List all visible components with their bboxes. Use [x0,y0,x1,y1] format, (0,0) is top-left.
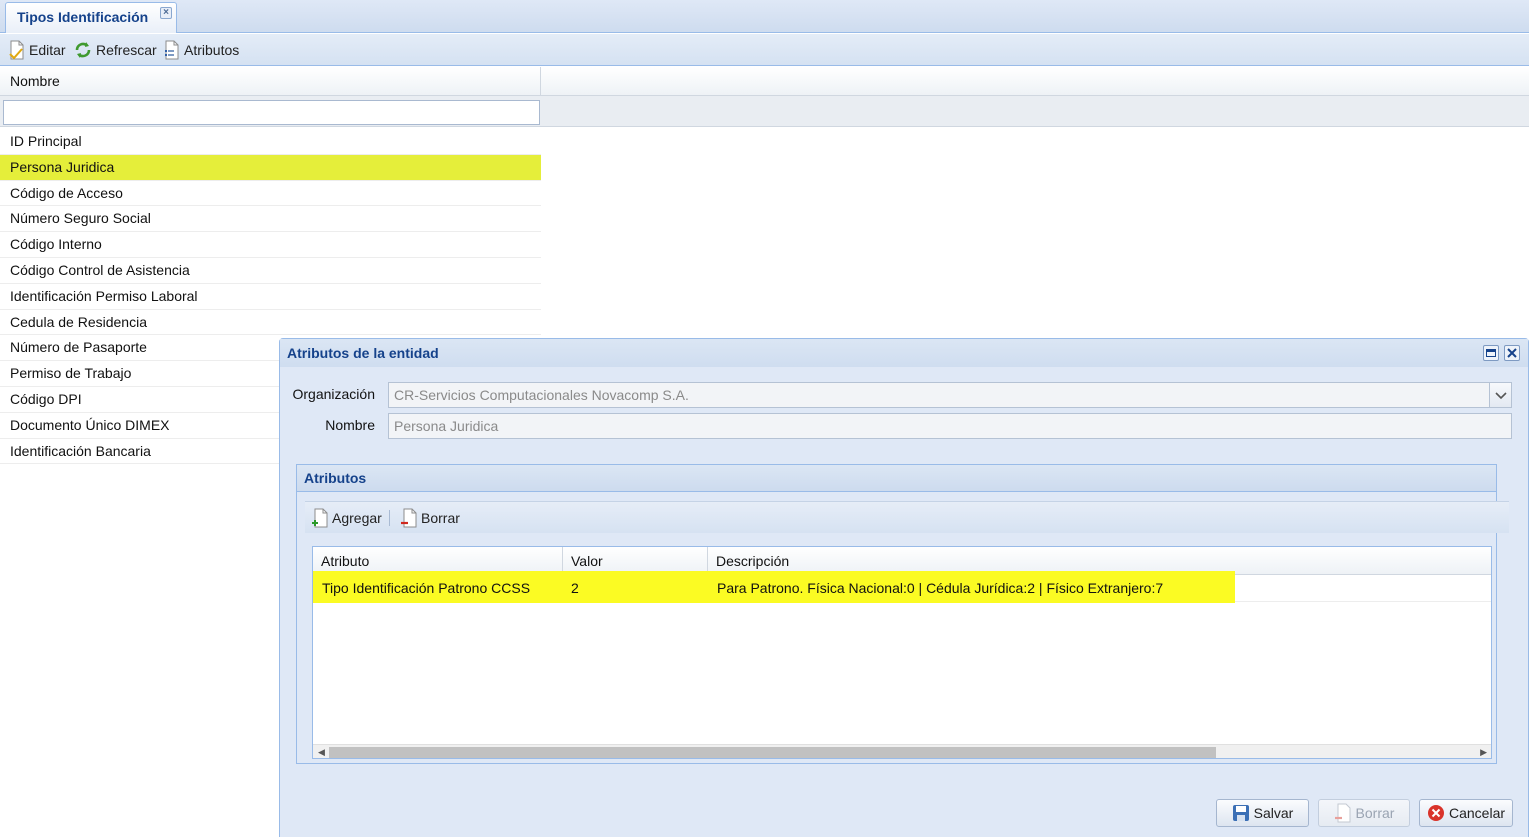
attributes-panel-header: Atributos [297,465,1496,492]
delete-button[interactable]: Borrar [1318,799,1410,827]
filter-row [0,96,1529,127]
attributes-label: Atributos [184,42,240,58]
attributes-panel-title: Atributos [304,470,367,486]
scroll-left-icon[interactable]: ◀ [318,745,325,759]
save-icon [1232,805,1249,821]
attributes-toolbar: Agregar Borrar [305,501,1509,533]
organization-label: Organización [292,386,376,402]
refresh-label: Refrescar [96,42,157,58]
grid-row[interactable]: ID Principal [0,129,541,155]
save-label: Salvar [1253,805,1294,821]
grid-row[interactable]: Código de Acceso [0,181,541,207]
tab-title: Tipos Identificación [17,9,149,25]
grid-row[interactable]: Código Interno [0,232,541,258]
grid-row[interactable]: Cedula de Residencia [0,310,541,336]
dialog-footer: Salvar Borrar Cancelar [280,788,1528,837]
organization-combo[interactable]: CR-Servicios Computacionales Novacomp S.… [388,382,1512,408]
refresh-icon [75,42,91,58]
grid-row[interactable]: Número Seguro Social [0,206,541,233]
attribute-row[interactable]: Tipo Identificación Patrono CCSS 2 Para … [313,571,1491,603]
dialog-header[interactable]: Atributos de la entidad [280,339,1528,367]
add-attribute-button[interactable]: Agregar [311,507,382,529]
grid-header: Nombre [0,67,1529,96]
horizontal-scrollbar[interactable]: ◀ ▶ [313,744,1491,758]
delete-label-footer: Borrar [1355,805,1395,821]
maximize-icon[interactable] [1483,345,1499,361]
attribute-name-cell: Tipo Identificación Patrono CCSS [322,580,531,596]
edit-button[interactable]: Editar [8,39,66,61]
add-label: Agregar [332,510,382,526]
delete-doc-icon [1334,803,1351,823]
attributes-icon [165,40,179,60]
attributes-dialog: Atributos de la entidad Organización CR-… [279,338,1529,837]
edit-icon [9,40,24,60]
scroll-right-icon[interactable]: ▶ [1480,745,1487,759]
tab-tipos-identificacion[interactable]: Tipos Identificación × [5,2,177,33]
grid-row[interactable]: Identificación Permiso Laboral [0,284,541,310]
scrollbar-thumb[interactable] [329,747,1216,758]
name-value: Persona Juridica [394,418,499,434]
dialog-title: Atributos de la entidad [287,345,439,361]
grid-row[interactable]: Persona Juridica [0,154,541,181]
delete-attribute-button[interactable]: Borrar [400,507,460,529]
attributes-grid: Atributo Valor Descripción Tipo Identifi… [312,546,1492,759]
refresh-button[interactable]: Refrescar [73,39,157,61]
close-icon[interactable] [1504,345,1520,361]
toolbar-separator [389,510,390,526]
tab-close-icon[interactable]: × [160,7,172,19]
attributes-button[interactable]: Atributos [163,39,239,61]
attribute-value-cell: 2 [571,580,579,596]
cancel-button[interactable]: Cancelar [1419,799,1513,827]
cancel-label: Cancelar [1448,805,1506,821]
add-icon [312,508,328,528]
column-header-nombre[interactable]: Nombre [0,67,541,96]
main-toolbar: Editar Refrescar Atributos [0,34,1529,66]
name-label: Nombre [325,417,375,433]
attributes-panel: Atributos Agregar Borrar Atributo Valor … [296,464,1509,764]
grid-row[interactable]: Código Control de Asistencia [0,258,541,284]
cancel-icon [1427,805,1444,821]
chevron-down-icon[interactable] [1489,383,1511,407]
organization-value: CR-Servicios Computacionales Novacomp S.… [394,387,689,403]
attribute-description-cell: Para Patrono. Física Nacional:0 | Cédula… [717,580,1164,596]
name-filter-input[interactable] [3,100,540,125]
delete-icon [401,508,417,528]
save-button[interactable]: Salvar [1216,799,1309,827]
edit-label: Editar [29,42,66,58]
tab-strip: Tipos Identificación × [0,0,1529,33]
name-field[interactable]: Persona Juridica [388,413,1512,439]
delete-label: Borrar [421,510,460,526]
